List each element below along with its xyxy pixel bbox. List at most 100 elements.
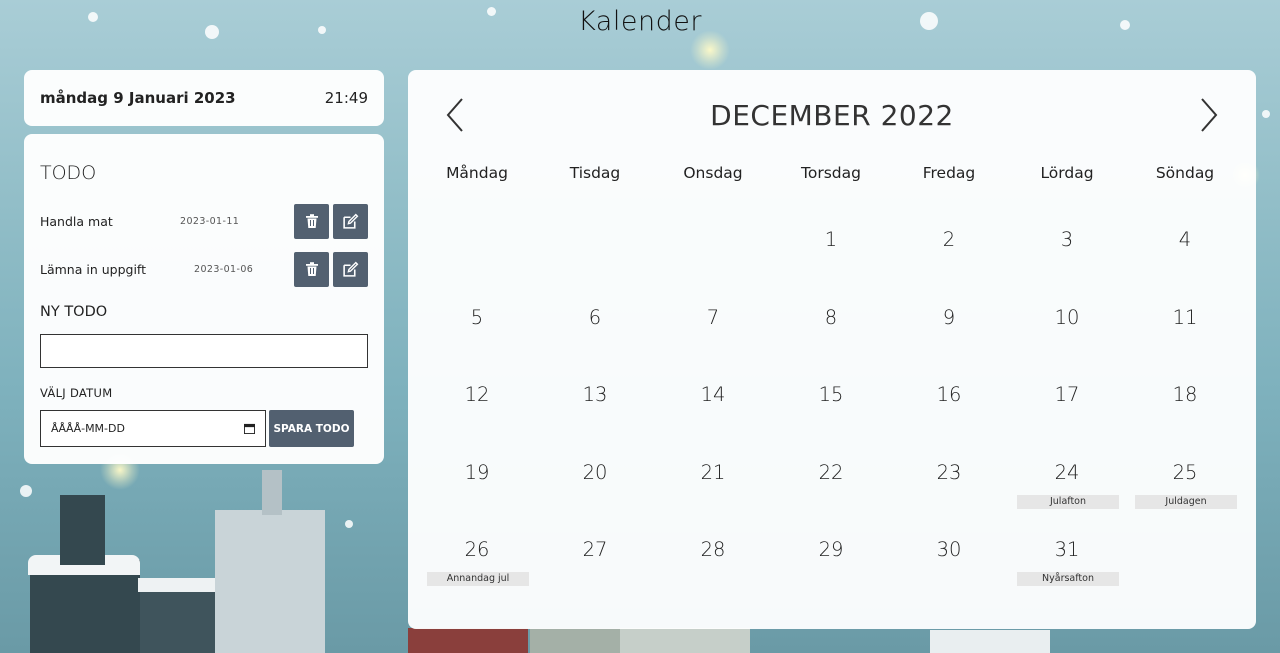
save-todo-button[interactable]: SPARA TODO [269, 410, 354, 447]
day-number: 6 [588, 305, 602, 329]
todo-item-name: Handla mat [40, 213, 113, 229]
next-month-button[interactable] [1194, 96, 1224, 134]
calendar-day[interactable]: 13 [536, 383, 654, 461]
day-number: 5 [470, 305, 484, 329]
edit-icon [343, 261, 359, 277]
weekday-header: Måndag [446, 164, 508, 182]
day-number: 8 [824, 305, 838, 329]
day-number: 27 [582, 538, 608, 561]
current-date: måndag 9 Januari 2023 [40, 89, 236, 107]
todo-item: Lämna in uppgift 2023-01-06 [40, 251, 368, 287]
weekday-header: Onsdag [683, 164, 743, 182]
edit-icon [343, 213, 359, 229]
day-number: 21 [700, 460, 726, 484]
day-number: 15 [818, 383, 844, 406]
calendar-day[interactable]: 16 [890, 383, 1008, 461]
calendar-day[interactable]: 25 Juldagen [1126, 461, 1244, 539]
calendar-day[interactable]: 14 [654, 383, 772, 461]
holiday-label: Julafton [1017, 494, 1119, 509]
calendar-day[interactable]: 24 Julafton [1008, 461, 1126, 539]
calendar-day[interactable]: 8 [772, 306, 890, 384]
calendar-day[interactable]: 23 [890, 461, 1008, 539]
calendar-icon[interactable] [244, 423, 255, 434]
holiday-label: Annandag jul [427, 572, 529, 586]
calendar-day[interactable]: 11 [1126, 306, 1244, 384]
calendar-day[interactable]: 3 [1008, 228, 1126, 306]
calendar-day[interactable]: 6 [536, 306, 654, 384]
edit-todo-button[interactable] [333, 251, 368, 287]
day-number: 10 [1054, 305, 1080, 329]
day-number: 1 [824, 228, 838, 251]
calendar-day[interactable]: 21 [654, 461, 772, 539]
calendar-day[interactable]: 15 [772, 383, 890, 461]
day-number: 22 [818, 460, 844, 484]
day-number: 4 [1178, 228, 1192, 251]
todo-item-date: 2023-01-06 [194, 263, 254, 275]
calendar-day[interactable]: 5 [418, 306, 536, 384]
day-number: 18 [1172, 383, 1198, 406]
calendar-day[interactable]: 22 [772, 461, 890, 539]
weekday-header: Söndag [1155, 164, 1215, 182]
day-number: 24 [1054, 460, 1080, 484]
new-todo-heading: NY TODO [40, 304, 108, 320]
calendar-day[interactable]: 19 [418, 461, 536, 539]
day-number: 29 [818, 538, 844, 561]
calendar-month-title: DECEMBER 2022 [710, 99, 954, 132]
day-number: 16 [936, 383, 962, 406]
holiday-label: Juldagen [1135, 494, 1237, 509]
weekday-header: Fredag [922, 164, 976, 182]
calendar-day[interactable]: 2 [890, 228, 1008, 306]
delete-todo-button[interactable] [294, 251, 329, 287]
chevron-right-icon [1201, 98, 1218, 132]
holiday-label: Nyårsafton [1017, 572, 1119, 586]
select-date-label: VÄLJ DATUM [40, 386, 113, 400]
day-number: 7 [706, 305, 720, 329]
calendar-day[interactable]: 26 Annandag jul [418, 538, 536, 616]
calendar-day[interactable]: 9 [890, 306, 1008, 384]
day-number: 25 [1172, 460, 1198, 484]
todo-item: Handla mat 2023-01-11 [40, 203, 368, 239]
todo-date-input[interactable]: ÅÅÅÅ-MM-DD [40, 410, 266, 447]
todo-heading: TODO [40, 162, 97, 184]
calendar-day[interactable]: 12 [418, 383, 536, 461]
day-number: 14 [700, 383, 726, 406]
calendar-day[interactable]: 28 [654, 538, 772, 616]
calendar-day[interactable]: 20 [536, 461, 654, 539]
day-number: 17 [1054, 383, 1080, 406]
page-title: Kalender [578, 6, 702, 37]
day-number: 2 [942, 228, 956, 251]
current-date-card: måndag 9 Januari 2023 21:49 [24, 70, 384, 126]
todo-panel: TODO Handla mat 2023-01-11 Lämna in uppg… [24, 134, 384, 464]
day-number: 11 [1172, 305, 1198, 329]
calendar-day[interactable]: 1 [772, 228, 890, 306]
calendar-panel: DECEMBER 2022 Måndag Tisdag Onsdag Torsdag F… [408, 70, 1256, 629]
trash-icon [305, 262, 318, 276]
day-number: 23 [936, 460, 962, 484]
todo-item-date: 2023-01-11 [180, 215, 240, 227]
day-number: 13 [582, 383, 608, 406]
day-number: 31 [1054, 538, 1080, 561]
calendar-day[interactable]: 17 [1008, 383, 1126, 461]
calendar-day[interactable]: 18 [1126, 383, 1244, 461]
calendar-day[interactable]: 29 [772, 538, 890, 616]
day-number: 30 [936, 538, 962, 561]
weekday-header: Lördag [1040, 164, 1094, 182]
calendar-day[interactable]: 30 [890, 538, 1008, 616]
calendar-day[interactable]: 10 [1008, 306, 1126, 384]
weekday-header: Torsdag [801, 164, 861, 182]
date-placeholder: ÅÅÅÅ-MM-DD [51, 422, 125, 435]
day-number: 28 [700, 538, 726, 561]
day-number: 12 [464, 383, 490, 406]
calendar-day[interactable]: 27 [536, 538, 654, 616]
calendar-day[interactable]: 31 Nyårsafton [1008, 538, 1126, 616]
day-number: 3 [1060, 228, 1074, 251]
day-number: 26 [464, 538, 490, 561]
current-time: 21:49 [324, 89, 368, 107]
edit-todo-button[interactable] [333, 203, 368, 239]
calendar-day[interactable]: 7 [654, 306, 772, 384]
calendar-day[interactable]: 4 [1126, 228, 1244, 306]
new-todo-input[interactable] [40, 334, 368, 368]
delete-todo-button[interactable] [294, 203, 329, 239]
todo-item-name: Lämna in uppgift [40, 261, 147, 277]
day-number: 20 [582, 460, 608, 484]
